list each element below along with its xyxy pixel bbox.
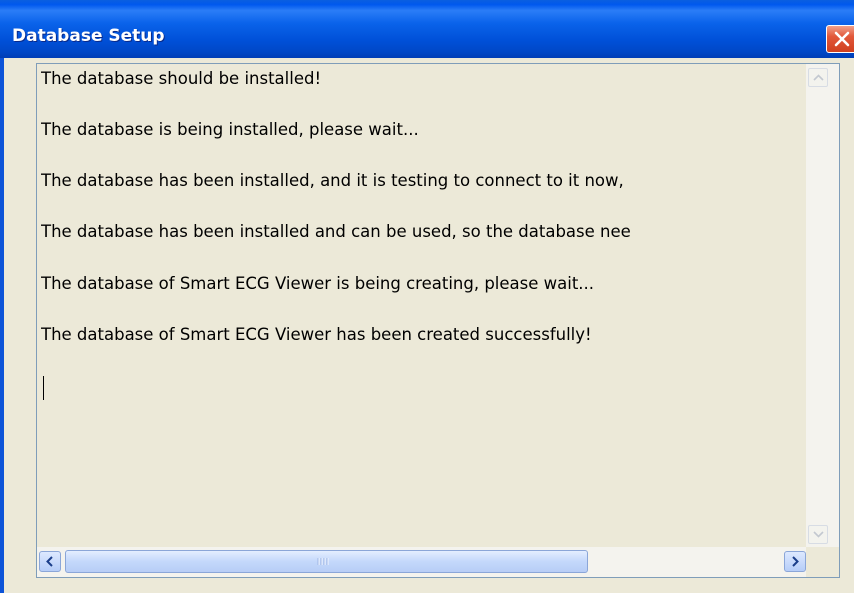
title-bar[interactable]: Database Setup [0, 0, 854, 58]
horizontal-scrollbar[interactable] [37, 547, 808, 577]
database-setup-window: Database Setup The database should be in… [0, 0, 854, 593]
log-line: The database of Smart ECG Viewer has bee… [41, 325, 592, 344]
scroll-up-button[interactable] [808, 68, 828, 87]
close-icon [834, 31, 850, 47]
log-line: The database is being installed, please … [41, 120, 419, 139]
vertical-scrollbar[interactable] [806, 64, 839, 548]
scroll-up-arrow-icon [813, 74, 824, 81]
log-line: The database should be installed! [41, 69, 322, 88]
text-caret [43, 376, 44, 400]
scroll-right-arrow-icon [792, 556, 799, 567]
scrollbar-corner [806, 547, 839, 577]
horizontal-scroll-thumb[interactable] [65, 550, 588, 573]
window-title: Database Setup [12, 26, 165, 46]
scroll-right-button[interactable] [784, 551, 806, 572]
log-line: The database has been installed and can … [41, 222, 631, 241]
log-textarea[interactable]: The database should be installed! The da… [36, 63, 840, 578]
scroll-grip-icon [317, 558, 329, 565]
log-line: The database has been installed, and it … [41, 171, 624, 190]
window-frame-left [0, 58, 4, 593]
log-line: The database of Smart ECG Viewer is bein… [41, 274, 595, 293]
scroll-down-button[interactable] [808, 525, 828, 544]
scroll-left-arrow-icon [46, 556, 53, 567]
scroll-left-button[interactable] [39, 551, 61, 572]
close-button[interactable] [826, 25, 854, 53]
scroll-down-arrow-icon [813, 531, 824, 538]
log-content: The database should be installed! The da… [41, 67, 811, 547]
